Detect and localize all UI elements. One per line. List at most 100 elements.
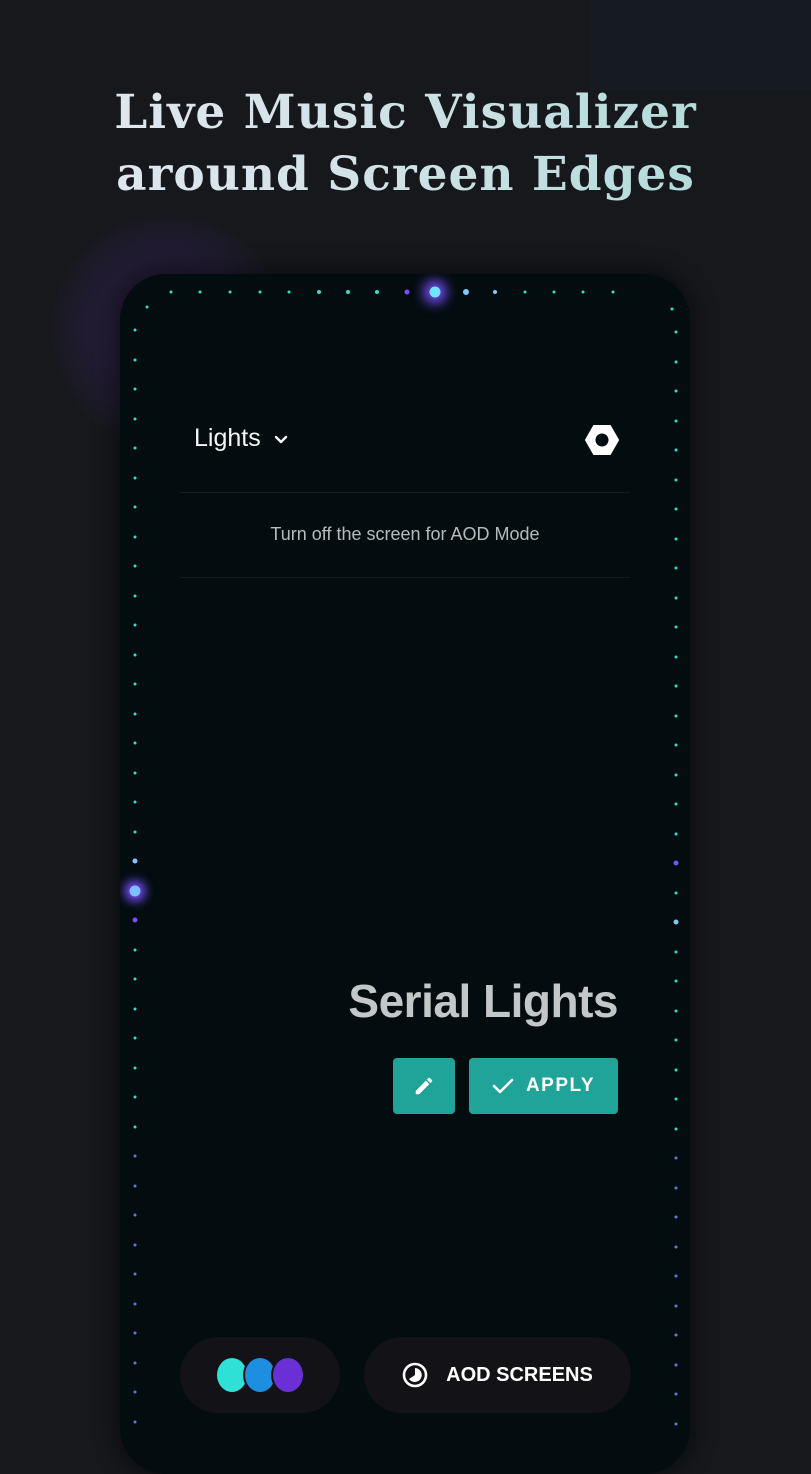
- led-dot: [673, 860, 679, 866]
- led-dot: [133, 682, 137, 686]
- led-dot: [133, 594, 137, 597]
- led-dot: [287, 290, 291, 294]
- led-dot: [133, 1213, 137, 1217]
- led-dot: [133, 712, 137, 715]
- led-dot: [674, 625, 678, 629]
- led-dot: [674, 1274, 678, 1278]
- led-dot: [674, 979, 678, 983]
- led-dot: [552, 290, 556, 294]
- led-dot: [133, 505, 137, 509]
- led-dot: [674, 684, 678, 688]
- led-dot: [129, 885, 141, 896]
- aod-screens-button[interactable]: AOD SCREENS: [364, 1337, 631, 1413]
- led-dot: [674, 891, 678, 894]
- led-dot: [132, 917, 138, 923]
- hexagon-settings-icon: [585, 425, 619, 455]
- led-dot: [674, 832, 678, 835]
- edit-button[interactable]: [393, 1058, 455, 1114]
- led-dot: [133, 1036, 137, 1040]
- led-dot: [670, 307, 674, 311]
- led-dot: [375, 290, 379, 294]
- theme-title: Serial Lights: [348, 975, 618, 1027]
- led-dot: [133, 1154, 137, 1158]
- led-dot: [346, 290, 350, 294]
- led-dot: [674, 1304, 678, 1307]
- color-swatch-purple: [271, 1356, 305, 1394]
- led-dot: [674, 1245, 678, 1248]
- led-dot: [674, 1097, 678, 1101]
- category-dropdown[interactable]: Lights: [194, 424, 289, 453]
- led-dot: [493, 290, 497, 294]
- led-dot: [674, 714, 678, 717]
- led-dot: [674, 1186, 678, 1189]
- led-dot: [133, 476, 137, 479]
- aod-hint-text: Turn off the screen for AOD Mode: [270, 524, 540, 544]
- led-dot: [133, 741, 137, 745]
- headline-line-1: Live Music Visualizer: [114, 85, 697, 140]
- headline-line-2: around Screen Edges: [116, 147, 695, 202]
- led-dot: [674, 1068, 678, 1071]
- led-dot: [133, 1125, 137, 1128]
- top-bar: Lights: [180, 414, 630, 474]
- led-dot: [133, 771, 137, 774]
- check-icon: [492, 1078, 514, 1094]
- led-dot: [317, 290, 321, 294]
- led-dot: [674, 950, 678, 953]
- led-dot: [133, 653, 137, 656]
- led-dot: [145, 305, 149, 309]
- led-dot: [674, 360, 678, 363]
- led-dot: [169, 290, 173, 294]
- category-dropdown-label: Lights: [194, 424, 261, 452]
- led-dot: [674, 1363, 678, 1366]
- led-dot: [404, 289, 410, 295]
- led-dot: [133, 387, 137, 391]
- apply-label: APPLY: [525, 1075, 596, 1096]
- led-dot: [133, 1007, 137, 1010]
- led-dot: [133, 1184, 137, 1187]
- led-dot: [133, 830, 137, 833]
- color-picker-button[interactable]: [180, 1337, 340, 1413]
- led-dot: [674, 802, 678, 806]
- led-dot: [674, 1127, 678, 1130]
- led-dot: [674, 1422, 678, 1425]
- apply-button[interactable]: APPLY: [469, 1058, 618, 1114]
- led-dot: [133, 446, 137, 450]
- led-dot: [674, 1215, 678, 1219]
- background-glow-corner: [590, 0, 811, 90]
- led-dot: [133, 1066, 137, 1069]
- led-dot: [674, 448, 678, 452]
- headline: Live Music Visualizer around Screen Edge…: [0, 82, 811, 206]
- clock-icon: [402, 1362, 428, 1388]
- phone-screen: Lights Turn off the screen for AOD Mode …: [120, 274, 690, 1474]
- led-dot: [581, 290, 585, 294]
- led-dot: [674, 743, 678, 747]
- divider-top: [180, 492, 630, 493]
- led-dot: [133, 800, 137, 804]
- led-dot: [133, 417, 137, 420]
- led-dot: [674, 419, 678, 422]
- led-dot: [674, 773, 678, 776]
- led-dot: [133, 1302, 137, 1305]
- led-dot: [133, 1361, 137, 1364]
- led-dot: [674, 1392, 678, 1396]
- led-dot: [674, 655, 678, 658]
- led-dot: [133, 1272, 137, 1276]
- led-dot: [133, 977, 137, 981]
- led-dot: [133, 1331, 137, 1335]
- led-dot: [133, 1390, 137, 1394]
- led-dot: [674, 566, 678, 570]
- led-dot: [674, 1038, 678, 1042]
- led-dot: [674, 1333, 678, 1337]
- led-dot: [429, 286, 441, 298]
- led-dot: [133, 623, 137, 627]
- divider-bottom: [180, 577, 630, 578]
- led-dot: [523, 290, 527, 294]
- led-dot: [133, 1095, 137, 1099]
- led-dot: [133, 328, 137, 332]
- led-dot: [674, 507, 678, 511]
- settings-button[interactable]: [584, 422, 620, 458]
- led-dot: [611, 290, 615, 294]
- led-dot: [258, 290, 262, 294]
- led-dot: [674, 478, 678, 481]
- led-dot: [463, 289, 469, 295]
